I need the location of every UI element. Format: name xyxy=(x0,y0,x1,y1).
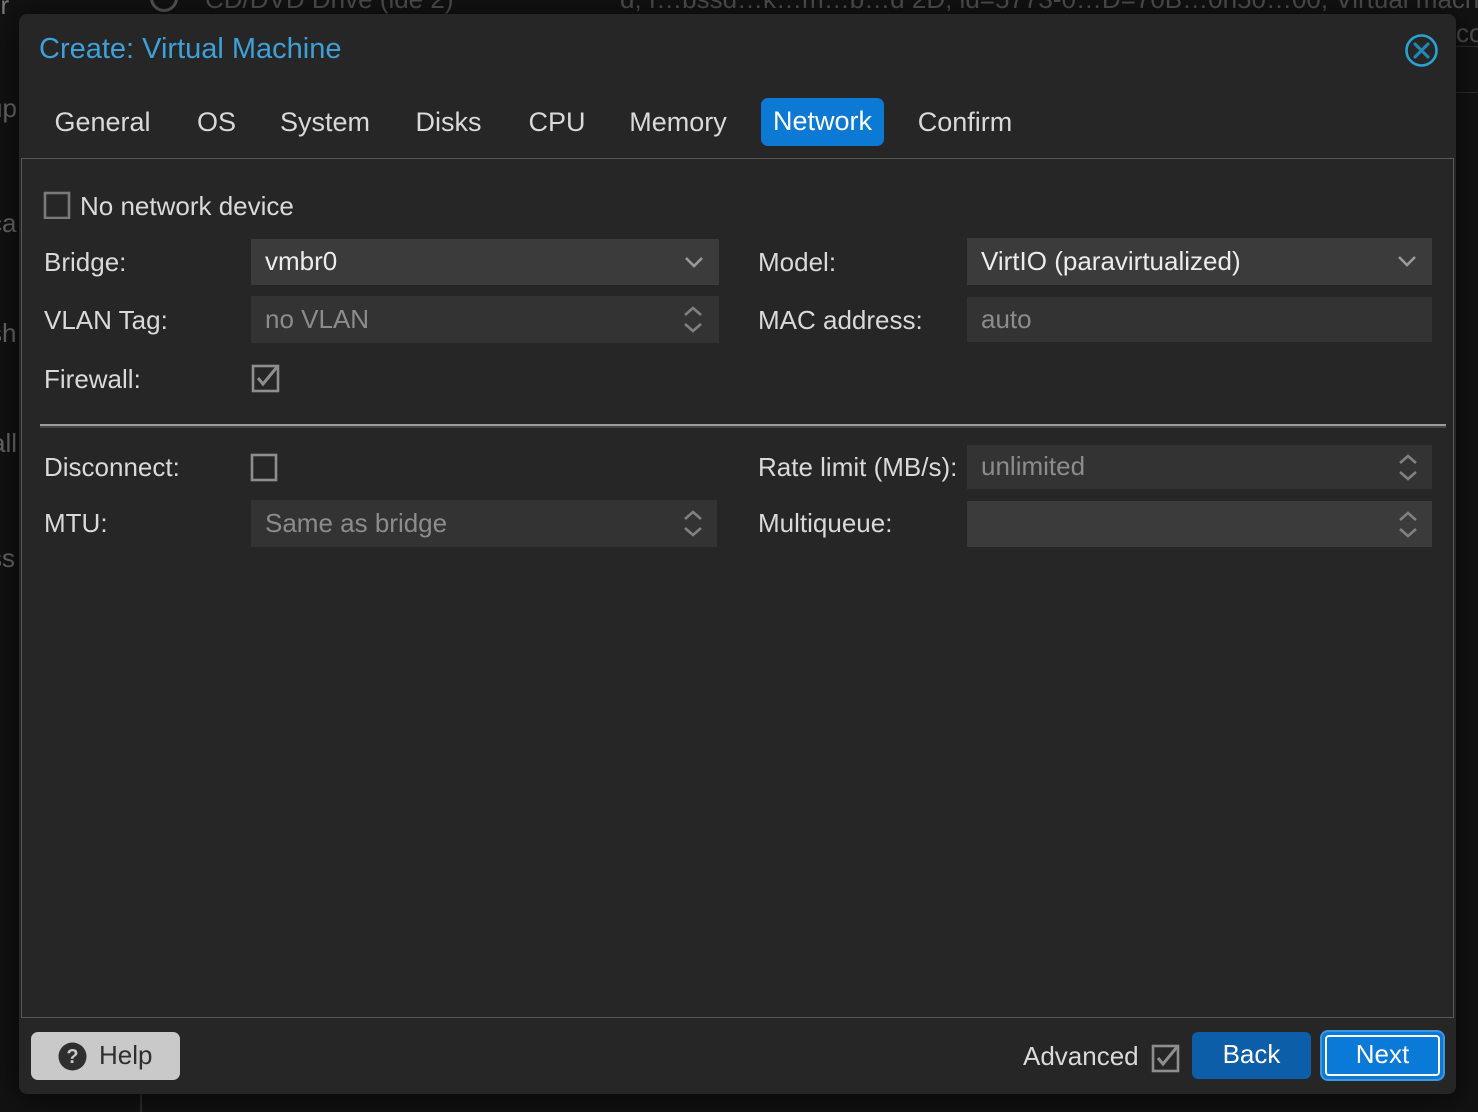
svg-text:?: ? xyxy=(66,1046,78,1068)
